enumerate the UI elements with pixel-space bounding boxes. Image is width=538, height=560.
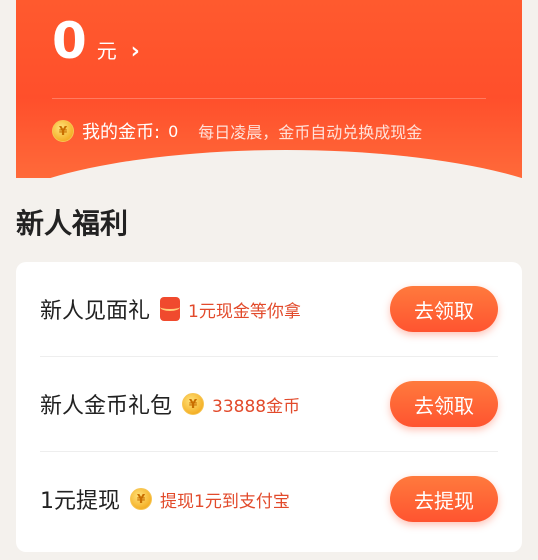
row-title: 新人金币礼包	[40, 394, 173, 419]
balance-link[interactable]: 0 元 ›	[52, 16, 140, 66]
header-divider	[52, 98, 486, 99]
chevron-right-icon: ›	[130, 39, 140, 64]
header-curve	[16, 150, 522, 178]
row-desc: 提现1元到支付宝	[160, 491, 290, 512]
row-title: 新人见面礼	[40, 299, 151, 324]
balance-header: 0 元 › ¥ 我的金币: 0 每日凌晨，金币自动兑换成现金	[16, 0, 522, 178]
coin-icon: ¥	[130, 488, 152, 510]
benefit-row-coin-pack: 新人金币礼包 ¥ 33888金币 去领取	[40, 357, 498, 451]
red-envelope-icon	[160, 297, 181, 321]
coin-icon: ¥	[52, 120, 74, 142]
row-desc: 33888金币	[212, 396, 301, 417]
withdraw-button[interactable]: 去提现	[390, 476, 498, 522]
coins-note: 每日凌晨，金币自动兑换成现金	[198, 123, 423, 142]
claim-welcome-gift-button[interactable]: 去领取	[390, 286, 498, 332]
claim-coin-pack-button[interactable]: 去领取	[390, 381, 498, 427]
benefit-row-withdraw: 1元提现 ¥ 提现1元到支付宝 去提现	[40, 452, 498, 546]
row-desc: 1元现金等你拿	[188, 301, 301, 322]
balance-amount: 0	[52, 12, 87, 70]
my-coins: ¥ 我的金币: 0 每日凌晨，金币自动兑换成现金	[52, 118, 422, 144]
newcomer-benefits-card: 新人见面礼 1元现金等你拿 去领取 新人金币礼包 ¥ 33888金币 去领取 1…	[16, 262, 522, 552]
row-title: 1元提现	[40, 489, 120, 514]
coin-icon: ¥	[182, 393, 205, 415]
coins-label: 我的金币:	[82, 122, 161, 143]
benefit-row-welcome-gift: 新人见面礼 1元现金等你拿 去领取	[40, 262, 498, 356]
coins-value: 0	[168, 121, 179, 141]
section-title: 新人福利	[16, 207, 129, 240]
balance-unit: 元	[96, 39, 117, 63]
